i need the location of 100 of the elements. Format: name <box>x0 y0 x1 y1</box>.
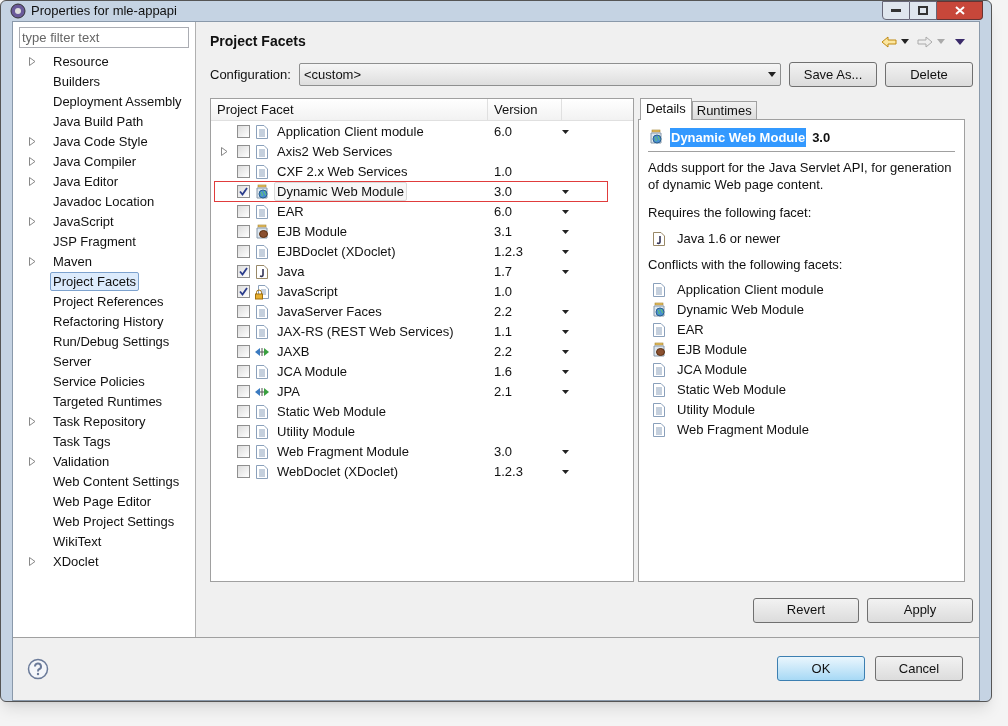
configuration-dropdown[interactable]: <custom> <box>298 63 781 86</box>
sidebar-item[interactable]: Java Code Style <box>50 131 151 152</box>
sidebar-item[interactable]: Task Repository <box>50 411 149 432</box>
facet-name: JAX-RS (REST Web Services) <box>276 322 455 341</box>
sidebar-item[interactable]: Java Build Path <box>50 111 147 132</box>
sidebar-item[interactable]: Java Editor <box>50 171 122 192</box>
caret-icon[interactable] <box>901 39 909 44</box>
sidebar-item[interactable]: Project References <box>50 291 167 312</box>
sidebar-item[interactable]: JavaScript <box>50 211 117 232</box>
view-menu-icon[interactable] <box>955 38 965 45</box>
version-dropdown-icon[interactable] <box>562 189 569 194</box>
sidebar-item[interactable]: Project Facets <box>50 272 140 291</box>
sidebar-item[interactable]: Builders <box>50 71 103 92</box>
checkbox[interactable] <box>237 325 250 338</box>
sidebar-item[interactable]: Web Page Editor <box>50 491 155 512</box>
facet-name: EJB Module <box>677 341 748 360</box>
tab[interactable]: Runtimes <box>691 100 757 120</box>
tab[interactable]: Details <box>640 97 692 120</box>
expand-arrow-icon[interactable] <box>29 217 36 226</box>
checkbox[interactable] <box>237 245 250 258</box>
checkbox[interactable] <box>237 285 250 298</box>
checkbox[interactable] <box>237 205 250 218</box>
version-dropdown-icon[interactable] <box>562 269 569 274</box>
facet-name: Java 1.6 or newer <box>677 229 781 248</box>
java-file-icon <box>254 263 270 280</box>
expand-arrow-icon[interactable] <box>29 177 36 186</box>
sidebar-item[interactable]: Task Tags <box>50 431 114 452</box>
version-dropdown-icon[interactable] <box>562 209 569 214</box>
version-dropdown-icon[interactable] <box>562 129 569 134</box>
expand-arrow-icon[interactable] <box>29 417 36 426</box>
document-icon <box>651 322 667 338</box>
version-dropdown-icon[interactable] <box>562 229 569 234</box>
expand-arrow-icon[interactable] <box>29 157 36 166</box>
version-value: 3.0 <box>494 182 513 201</box>
sidebar-item[interactable]: Javadoc Location <box>50 191 158 212</box>
close-icon <box>954 6 965 15</box>
checkbox[interactable] <box>237 305 250 318</box>
facet-name: EAR <box>677 321 704 340</box>
version-dropdown-icon[interactable] <box>562 329 569 334</box>
facet-name: Web Fragment Module <box>276 442 410 461</box>
sidebar-item[interactable]: Maven <box>50 251 96 272</box>
checkbox[interactable] <box>237 465 250 478</box>
sidebar-item[interactable]: Server <box>50 351 95 372</box>
checkbox[interactable] <box>237 345 250 358</box>
version-dropdown-icon[interactable] <box>562 469 569 474</box>
sidebar-item[interactable]: WikiText <box>50 531 105 552</box>
checkbox[interactable] <box>237 365 250 378</box>
save-as-button[interactable]: Save As... <box>789 62 877 87</box>
ok-button[interactable]: OK <box>777 656 865 681</box>
document-icon <box>254 443 270 460</box>
filter-field[interactable]: type filter text <box>19 26 189 48</box>
checkbox[interactable] <box>237 265 250 278</box>
version-dropdown-icon[interactable] <box>562 449 569 454</box>
apply-button[interactable]: Apply <box>867 597 973 623</box>
help-icon[interactable] <box>27 657 49 680</box>
checkbox[interactable] <box>237 185 250 198</box>
expand-arrow-icon[interactable] <box>29 557 36 566</box>
version-value: 1.1 <box>494 322 513 341</box>
maximize-icon <box>918 6 928 15</box>
sidebar-item[interactable]: Targeted Runtimes <box>50 391 166 412</box>
sidebar-item[interactable]: Run/Debug Settings <box>50 331 173 352</box>
sidebar-item[interactable]: Deployment Assembly <box>50 91 185 112</box>
expand-arrow-icon[interactable] <box>29 457 36 466</box>
checkbox[interactable] <box>237 145 250 158</box>
sidebar-item[interactable]: Validation <box>50 451 113 472</box>
sidebar-item[interactable]: JSP Fragment <box>50 231 139 252</box>
column-header[interactable]: Version <box>488 98 562 120</box>
checkbox[interactable] <box>237 405 250 418</box>
expand-arrow-icon[interactable] <box>29 137 36 146</box>
checkbox[interactable] <box>237 385 250 398</box>
sidebar-item[interactable]: Web Content Settings <box>50 471 183 492</box>
cancel-button[interactable]: Cancel <box>875 656 963 681</box>
version-dropdown-icon[interactable] <box>562 349 569 354</box>
sidebar-item[interactable]: Refactoring History <box>50 311 167 332</box>
checkbox[interactable] <box>237 425 250 438</box>
checkbox[interactable] <box>237 125 250 138</box>
document-icon <box>651 402 667 418</box>
version-dropdown-icon[interactable] <box>562 249 569 254</box>
document-icon <box>651 282 667 298</box>
version-value: 1.2.3 <box>494 242 523 261</box>
sidebar-item[interactable]: Service Policies <box>50 371 148 392</box>
version-dropdown-icon[interactable] <box>562 309 569 314</box>
expand-arrow-icon[interactable] <box>29 57 36 66</box>
expand-arrow-icon[interactable] <box>29 257 36 266</box>
column-header[interactable]: Project Facet <box>211 98 488 120</box>
sidebar-item[interactable]: Java Compiler <box>50 151 140 172</box>
sidebar-item[interactable]: XDoclet <box>50 551 102 572</box>
sidebar-item[interactable]: Web Project Settings <box>50 511 178 532</box>
revert-button[interactable]: Revert <box>753 597 859 623</box>
checkbox[interactable] <box>237 445 250 458</box>
delete-button[interactable]: Delete <box>885 62 973 87</box>
version-dropdown-icon[interactable] <box>562 369 569 374</box>
version-dropdown-icon[interactable] <box>562 389 569 394</box>
close-button[interactable] <box>937 1 983 20</box>
expand-arrow-icon[interactable] <box>221 147 228 156</box>
checkbox[interactable] <box>237 165 250 178</box>
maximize-button[interactable] <box>910 1 937 20</box>
checkbox[interactable] <box>237 225 250 238</box>
sidebar-item[interactable]: Resource <box>50 51 112 72</box>
minimize-button[interactable] <box>882 1 910 20</box>
